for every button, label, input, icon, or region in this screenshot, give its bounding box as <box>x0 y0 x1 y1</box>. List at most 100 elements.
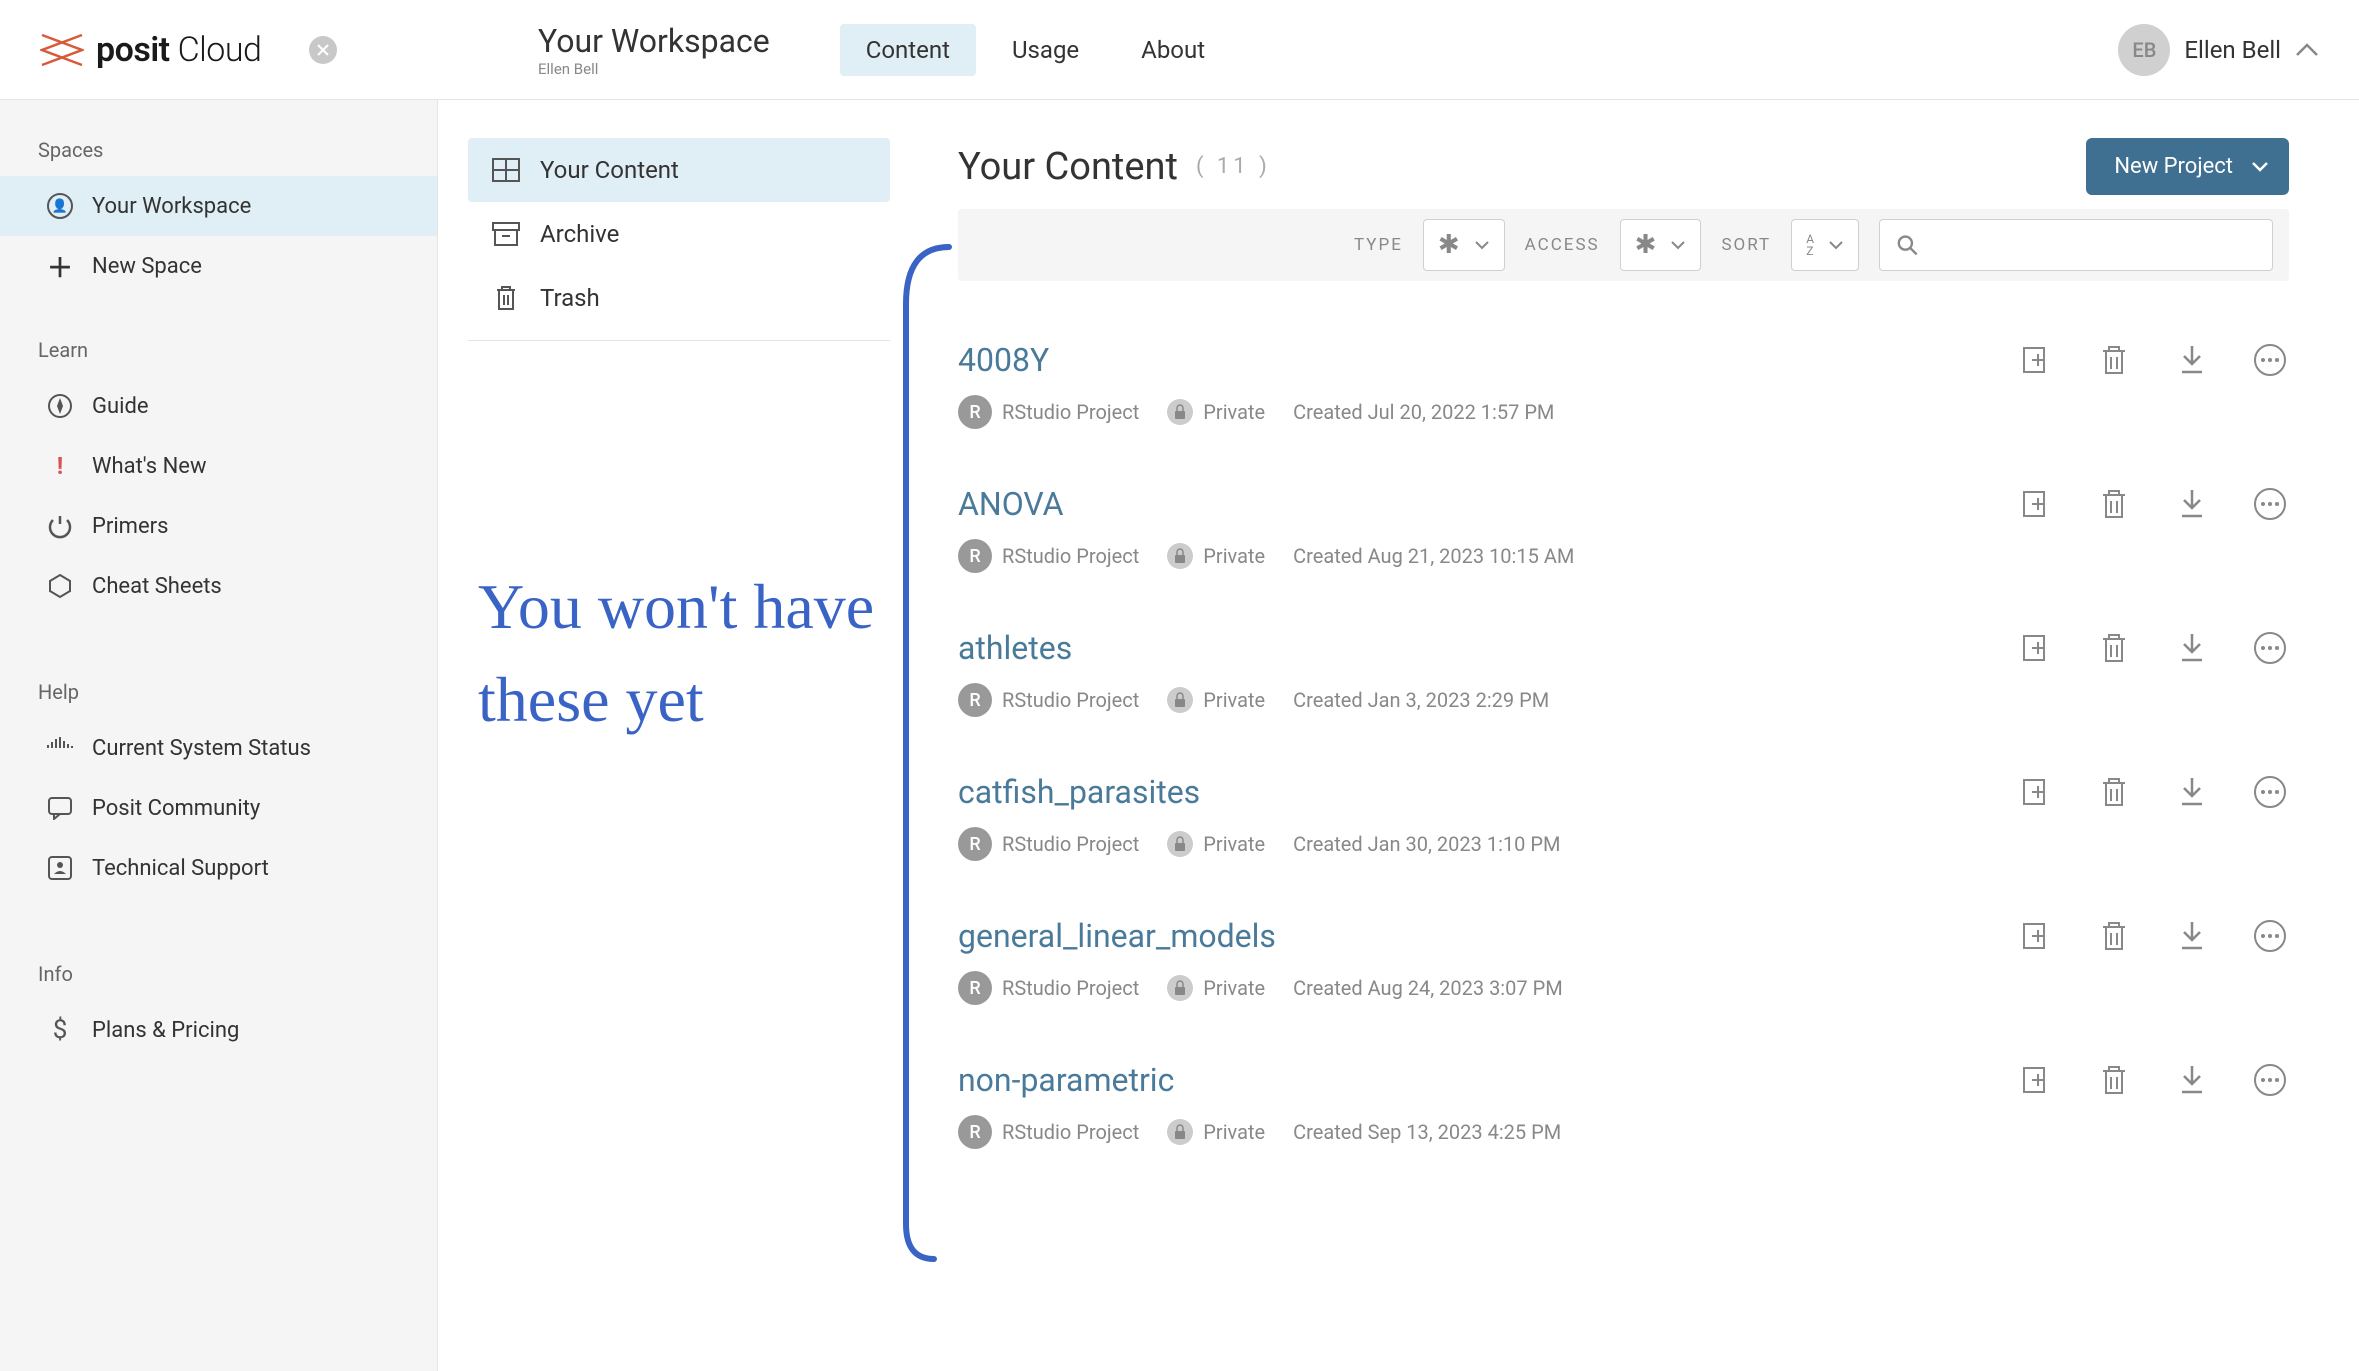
trash-icon <box>492 284 520 312</box>
tab-about[interactable]: About <box>1115 24 1231 76</box>
sidebar-item-whats-new[interactable]: ! What's New <box>0 436 437 496</box>
project-name[interactable]: non-parametric <box>958 1061 1174 1099</box>
chevron-down-icon <box>2251 161 2269 173</box>
hexagon-icon <box>46 572 74 600</box>
download-project-button[interactable] <box>2173 1061 2211 1099</box>
download-project-button[interactable] <box>2173 485 2211 523</box>
lock-icon <box>1167 831 1193 857</box>
close-sidebar-button[interactable] <box>309 36 337 64</box>
copy-project-button[interactable] <box>2017 917 2055 955</box>
chevron-down-icon <box>1474 240 1490 250</box>
sidebar-item-tech-support[interactable]: Technical Support <box>0 838 437 898</box>
delete-project-button[interactable] <box>2095 341 2133 379</box>
project-access: Private <box>1203 688 1265 712</box>
copy-project-button[interactable] <box>2017 341 2055 379</box>
sidebar-item-label: Posit Community <box>92 796 260 821</box>
filter-sort-select[interactable]: AZ <box>1791 219 1859 271</box>
rstudio-badge-icon: R <box>958 539 992 573</box>
new-project-button[interactable]: New Project <box>2086 138 2289 195</box>
handwritten-annotation: You won't have these yet <box>468 561 890 747</box>
search-icon <box>1896 233 1919 257</box>
lock-icon <box>1167 543 1193 569</box>
copy-project-button[interactable] <box>2017 485 2055 523</box>
more-actions-button[interactable] <box>2251 341 2289 379</box>
page-title: Your Content <box>958 145 1178 189</box>
sidebar-item-new-space[interactable]: ＋ New Space <box>0 236 437 296</box>
sidebar-item-community[interactable]: Posit Community <box>0 778 437 838</box>
sidebar: Spaces 👤 Your Workspace ＋ New Space Lear… <box>0 100 438 1371</box>
midnav-label: Your Content <box>540 156 679 184</box>
posit-logo-icon <box>40 33 84 67</box>
midnav-your-content[interactable]: Your Content <box>468 138 890 202</box>
more-actions-button[interactable] <box>2251 629 2289 667</box>
sidebar-item-system-status[interactable]: Current System Status <box>0 718 437 778</box>
download-project-button[interactable] <box>2173 773 2211 811</box>
download-project-button[interactable] <box>2173 341 2211 379</box>
filter-sort-label: SORT <box>1721 235 1771 255</box>
copy-project-button[interactable] <box>2017 629 2055 667</box>
project-item: ANOVARRStudio ProjectPrivateCreated Aug … <box>958 461 2289 605</box>
project-access: Private <box>1203 400 1265 424</box>
more-actions-button[interactable] <box>2251 773 2289 811</box>
sidebar-item-your-workspace[interactable]: 👤 Your Workspace <box>0 176 437 236</box>
project-item: catfish_parasitesRRStudio ProjectPrivate… <box>958 749 2289 893</box>
pulse-icon <box>46 734 74 762</box>
copy-project-button[interactable] <box>2017 773 2055 811</box>
project-type: RStudio Project <box>1002 544 1139 568</box>
sidebar-item-label: Primers <box>92 514 168 539</box>
rstudio-badge-icon: R <box>958 827 992 861</box>
rstudio-badge-icon: R <box>958 683 992 717</box>
more-actions-button[interactable] <box>2251 1061 2289 1099</box>
power-icon <box>46 512 74 540</box>
download-project-button[interactable] <box>2173 629 2211 667</box>
chevron-up-icon[interactable] <box>2295 43 2319 57</box>
sort-az-icon: AZ <box>1806 233 1814 257</box>
project-created: Created Aug 24, 2023 3:07 PM <box>1293 976 1563 1000</box>
more-actions-button[interactable] <box>2251 917 2289 955</box>
midnav-label: Trash <box>540 284 600 312</box>
grid-icon <box>492 156 520 184</box>
tab-usage[interactable]: Usage <box>986 24 1105 76</box>
download-project-button[interactable] <box>2173 917 2211 955</box>
midnav-trash[interactable]: Trash <box>468 266 890 330</box>
copy-project-button[interactable] <box>2017 1061 2055 1099</box>
user-circle-icon: 👤 <box>46 192 74 220</box>
tab-content[interactable]: Content <box>840 24 976 76</box>
project-type: RStudio Project <box>1002 1120 1139 1144</box>
lock-icon <box>1167 1119 1193 1145</box>
sidebar-item-guide[interactable]: Guide <box>0 376 437 436</box>
sidebar-item-cheat-sheets[interactable]: Cheat Sheets <box>0 556 437 616</box>
delete-project-button[interactable] <box>2095 917 2133 955</box>
sidebar-item-plans-pricing[interactable]: $ Plans & Pricing <box>0 1000 437 1060</box>
project-name[interactable]: general_linear_models <box>958 917 1276 955</box>
delete-project-button[interactable] <box>2095 773 2133 811</box>
dollar-icon: $ <box>46 1016 74 1044</box>
project-created: Created Jan 30, 2023 1:10 PM <box>1293 832 1560 856</box>
project-item: 4008YRRStudio ProjectPrivateCreated Jul … <box>958 317 2289 461</box>
workspace-owner: Ellen Bell <box>538 60 770 78</box>
project-name[interactable]: 4008Y <box>958 341 1049 379</box>
filter-access-select[interactable]: ✱ <box>1620 219 1702 271</box>
delete-project-button[interactable] <box>2095 1061 2133 1099</box>
person-card-icon <box>46 854 74 882</box>
delete-project-button[interactable] <box>2095 485 2133 523</box>
project-type: RStudio Project <box>1002 688 1139 712</box>
exclamation-icon: ! <box>46 452 74 480</box>
project-created: Created Aug 21, 2023 10:15 AM <box>1293 544 1574 568</box>
project-name[interactable]: ANOVA <box>958 485 1063 523</box>
delete-project-button[interactable] <box>2095 629 2133 667</box>
search-box[interactable] <box>1879 219 2273 271</box>
filter-type-select[interactable]: ✱ <box>1423 219 1505 271</box>
more-actions-button[interactable] <box>2251 485 2289 523</box>
project-name[interactable]: athletes <box>958 629 1072 667</box>
chat-icon <box>46 794 74 822</box>
filter-type-label: TYPE <box>1354 235 1403 255</box>
sidebar-item-primers[interactable]: Primers <box>0 496 437 556</box>
project-name[interactable]: catfish_parasites <box>958 773 1200 811</box>
avatar[interactable]: EB <box>2118 24 2170 76</box>
midnav-archive[interactable]: Archive <box>468 202 890 266</box>
search-input[interactable] <box>1919 233 2256 257</box>
rstudio-badge-icon: R <box>958 395 992 429</box>
sidebar-item-label: What's New <box>92 454 207 479</box>
item-count: ( 11 ) <box>1196 154 1271 179</box>
